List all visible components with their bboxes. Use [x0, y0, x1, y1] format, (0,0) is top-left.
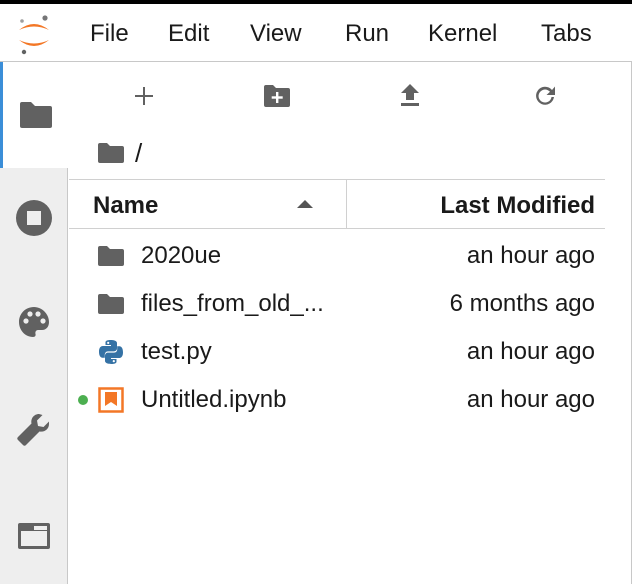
- file-name: Untitled.ipynb: [141, 386, 287, 413]
- add-icon: [135, 87, 153, 105]
- upload-icon: [401, 84, 419, 106]
- menu-bar: File Edit View Run Kernel Tabs: [0, 0, 632, 62]
- tab-window-icon: [18, 523, 50, 549]
- refresh-icon: [536, 86, 555, 105]
- jupyter-logo-icon[interactable]: [14, 14, 54, 56]
- menu-run[interactable]: Run: [345, 20, 389, 48]
- file-row-test-py[interactable]: test.py an hour ago: [69, 328, 605, 376]
- file-list: 2020ue an hour ago files_from_old_... 6 …: [69, 232, 605, 424]
- folder-icon: [97, 242, 125, 270]
- sort-ascending-icon: [297, 200, 313, 208]
- column-header-name[interactable]: Name: [93, 192, 158, 220]
- sidebar-tab-tabs[interactable]: [0, 486, 68, 584]
- wrench-icon: [17, 414, 49, 446]
- file-modified: 6 months ago: [449, 290, 595, 317]
- upload-button[interactable]: [390, 76, 430, 116]
- menu-edit[interactable]: Edit: [168, 20, 209, 48]
- menu-file[interactable]: File: [90, 20, 129, 48]
- left-sidebar: [0, 62, 69, 584]
- notebook-icon: [97, 386, 125, 414]
- refresh-button[interactable]: [525, 76, 565, 116]
- column-divider[interactable]: [346, 180, 347, 228]
- breadcrumb-path[interactable]: /: [135, 138, 142, 169]
- file-browser-toolbar: [69, 76, 609, 116]
- file-row-2020ue[interactable]: 2020ue an hour ago: [69, 232, 605, 280]
- stop-circle-icon: [16, 200, 52, 236]
- file-list-header: Name Last Modified: [69, 179, 605, 229]
- file-name: 2020ue: [141, 242, 222, 269]
- file-name: files_from_old_...: [141, 290, 324, 317]
- sidebar-tab-file-browser[interactable]: [0, 62, 69, 168]
- menu-kernel[interactable]: Kernel: [428, 20, 497, 48]
- folder-icon[interactable]: [97, 142, 125, 164]
- menu-view[interactable]: View: [250, 20, 302, 48]
- file-row-untitled-ipynb[interactable]: Untitled.ipynb an hour ago: [69, 376, 605, 424]
- file-modified: an hour ago: [466, 242, 595, 269]
- sidebar-tab-running[interactable]: [0, 168, 68, 268]
- file-modified: an hour ago: [466, 338, 595, 365]
- file-row-files-from-old[interactable]: files_from_old_... 6 months ago: [69, 280, 605, 328]
- file-modified: an hour ago: [466, 386, 595, 413]
- folder-icon: [20, 102, 52, 128]
- python-file-icon: [97, 338, 125, 366]
- palette-icon: [19, 307, 49, 337]
- folder-icon: [97, 290, 125, 318]
- breadcrumb: /: [97, 138, 142, 168]
- file-name: test.py: [141, 338, 212, 365]
- new-folder-icon: [264, 85, 290, 107]
- new-launcher-button[interactable]: [124, 76, 164, 116]
- sidebar-tab-commands[interactable]: [0, 272, 68, 372]
- sidebar-tab-settings[interactable]: [0, 380, 68, 480]
- new-folder-button[interactable]: [257, 76, 297, 116]
- file-browser-panel: / Name Last Modified 2020ue an hour ago …: [69, 62, 632, 584]
- menu-tabs[interactable]: Tabs: [541, 20, 592, 48]
- column-header-last-modified[interactable]: Last Modified: [440, 192, 595, 220]
- running-indicator-icon: [78, 395, 88, 405]
